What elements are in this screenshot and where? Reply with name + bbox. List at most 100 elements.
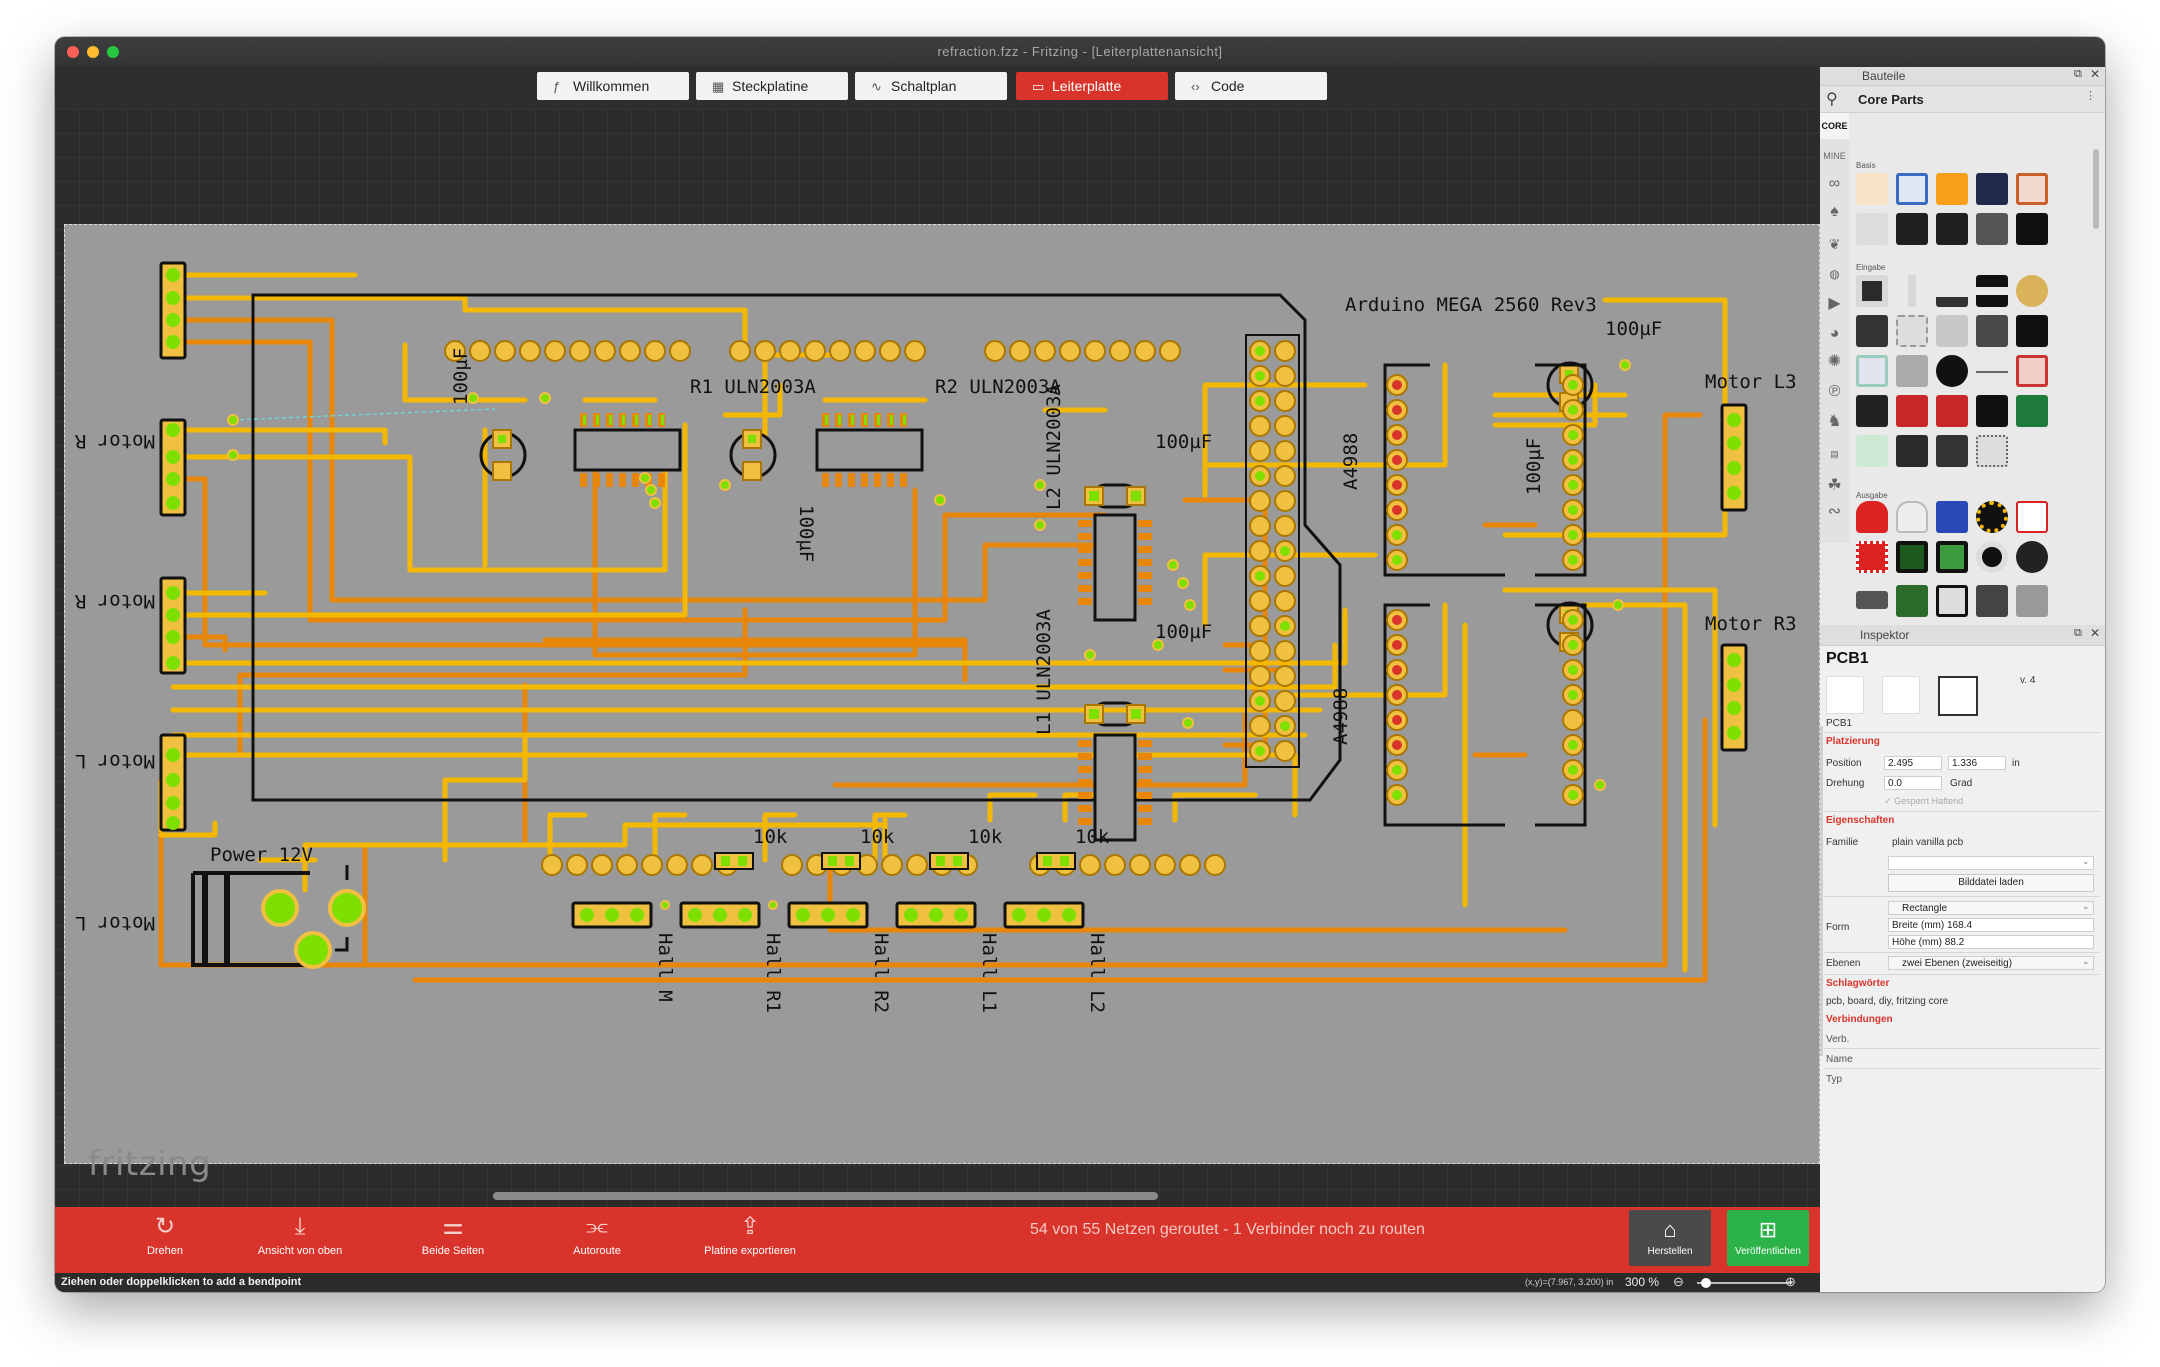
width-field[interactable]: Breite (mm) 168.4 (1888, 918, 2094, 932)
tab-leiterplatte[interactable]: ▭ Leiterplatte (1016, 72, 1168, 100)
height-field[interactable]: Höhe (mm) 88.2 (1888, 935, 2094, 949)
tab-steckplatine[interactable]: ▦ Steckplatine (696, 72, 848, 100)
white-led-part[interactable] (1896, 501, 1928, 533)
pa-bin-icon[interactable]: ℗ (1820, 379, 1849, 405)
horse-bin-icon[interactable]: ♞ (1820, 409, 1849, 435)
tab-code[interactable]: ‹› Code (1175, 72, 1327, 100)
knock-part[interactable] (1896, 355, 1928, 387)
lilypad-bin-icon[interactable]: ☘ (1820, 473, 1849, 499)
zoom-out-icon[interactable]: ⊖ (1673, 1274, 1684, 1290)
ir-part[interactable] (1936, 355, 1968, 387)
sensor-board-part[interactable] (1936, 395, 1968, 427)
gas-sensor-part[interactable] (1856, 355, 1888, 387)
reed-part[interactable] (1936, 315, 1968, 347)
mystery-part[interactable] (2016, 213, 2048, 245)
inspector-scrollbar[interactable] (1820, 726, 1823, 1056)
encoder-part[interactable] (1856, 275, 1888, 307)
rfid-board-part[interactable] (1936, 435, 1968, 467)
lcd-large-part[interactable] (1936, 541, 1968, 573)
electrolytic-part[interactable] (1976, 173, 2008, 205)
view-from-above-button[interactable]: ⤓ Ansicht von oben (240, 1207, 360, 1273)
transistor-p-part[interactable] (1896, 213, 1928, 245)
gear-bin-icon[interactable]: ✺ (1820, 349, 1849, 375)
header-part[interactable] (1976, 435, 2008, 467)
parts-scrollbar[interactable] (2093, 149, 2099, 229)
rgb-led-part[interactable] (1936, 501, 1968, 533)
transistor-n-part[interactable] (1936, 213, 1968, 245)
rfid-part[interactable] (1896, 435, 1928, 467)
animal-bin-icon[interactable]: ◕ (1820, 321, 1849, 347)
load-image-button[interactable]: Bilddatei laden (1888, 874, 2094, 892)
zoom-in-icon[interactable]: ⊕ (1785, 1274, 1796, 1290)
seeed-bin-icon[interactable]: ❦ (1820, 231, 1849, 257)
breakout-part[interactable] (2016, 395, 2048, 427)
close-window-button[interactable] (67, 46, 79, 58)
tab-schaltplan[interactable]: ∿ Schaltplan (855, 72, 1007, 100)
wire-part[interactable] (1976, 355, 2008, 387)
intel-bin-icon[interactable]: ◍ (1820, 261, 1849, 287)
pcb-board[interactable]: Arduino MEGA 2560 Rev3 R1 ULN2003A R2 UL… (64, 224, 1820, 1164)
export-button[interactable]: ⇪ Platine exportieren (685, 1207, 815, 1273)
resistor-part[interactable] (1856, 173, 1888, 205)
mic-part[interactable] (1856, 315, 1888, 347)
rotate-button[interactable]: ↻ Drehen (115, 1207, 215, 1273)
bin-menu-icon[interactable]: ⋮ (2085, 89, 2096, 102)
switch-part[interactable] (1976, 275, 2008, 307)
accel-part[interactable] (1976, 395, 2008, 427)
fuse-part[interactable] (2016, 355, 2048, 387)
shape-select[interactable]: Rectangle (1888, 901, 2094, 915)
solenoid-part[interactable] (2016, 585, 2048, 617)
arduino-bin-icon[interactable]: ∞ (1820, 171, 1849, 197)
inspector-close-icon[interactable]: ✕ (2090, 626, 2100, 640)
both-sides-button[interactable]: ⚌ Beide Seiten (403, 1207, 503, 1273)
sticky-label[interactable]: Haftend (1932, 796, 1964, 806)
ldr-part[interactable] (1896, 173, 1928, 205)
driver-board-part[interactable] (1896, 585, 1928, 617)
tilt-part[interactable] (2016, 315, 2048, 347)
capacitor-part[interactable] (1936, 173, 1968, 205)
motor-part[interactable] (1856, 591, 1888, 609)
zoom-window-button[interactable] (107, 46, 119, 58)
rotation-field[interactable]: 0.0 (1884, 776, 1942, 790)
minimize-window-button[interactable] (87, 46, 99, 58)
veroeffentlichen-button[interactable]: ⊞ Veröffentlichen (1727, 1210, 1809, 1266)
servo-part[interactable] (1936, 585, 1968, 617)
piezo-part[interactable] (2016, 275, 2048, 307)
position-x-field[interactable]: 2.495 (1884, 756, 1942, 770)
flex-part[interactable] (1856, 435, 1888, 467)
stepper-part[interactable] (1976, 585, 2008, 617)
regulator-part[interactable] (1976, 213, 2008, 245)
snake-bin-icon[interactable]: ∾ (1820, 499, 1849, 525)
checkmark-icon[interactable]: ✓ (1884, 796, 1892, 806)
led-matrix-part[interactable] (1856, 541, 1888, 573)
zoom-slider-handle[interactable] (1701, 1278, 1711, 1288)
potentiometer-part[interactable] (1896, 275, 1928, 307)
lcd-part[interactable] (1896, 541, 1928, 573)
speaker-part[interactable] (1976, 541, 2008, 573)
neopixel-ring-part[interactable] (1976, 501, 2008, 533)
red-led-part[interactable] (1856, 501, 1888, 533)
image-select[interactable] (1888, 856, 2094, 870)
close-icon[interactable]: ✕ (2090, 67, 2100, 81)
bin-core[interactable]: CORE (1820, 113, 1849, 139)
module-part[interactable] (1896, 395, 1928, 427)
search-icon[interactable]: ⚲ (1826, 89, 1838, 109)
buzzer-part[interactable] (2016, 541, 2048, 573)
contrib-bin-icon[interactable]: ▤ (1820, 441, 1849, 467)
seven-segment-part[interactable] (2016, 501, 2048, 533)
inspector-float-icon[interactable]: ⧉ (2074, 627, 2082, 640)
zoom-slider[interactable] (1697, 1282, 1792, 1284)
pcb-canvas[interactable]: Arduino MEGA 2560 Rev3 R1 ULN2003A R2 UL… (55, 109, 1820, 1207)
sparkfun-bin-icon[interactable]: ♠ (1820, 199, 1849, 225)
layers-select[interactable]: zwei Ebenen (zweiseitig) (1888, 956, 2094, 970)
rotary-part[interactable] (1896, 315, 1928, 347)
bin-mine[interactable]: MINE (1820, 143, 1849, 169)
inductor-part[interactable] (2016, 173, 2048, 205)
float-icon[interactable]: ⧉ (2074, 68, 2082, 81)
autoroute-button[interactable]: ⫘ Autoroute (547, 1207, 647, 1273)
locked-label[interactable]: Gesperrt (1894, 796, 1929, 806)
diode-part[interactable] (1856, 213, 1888, 245)
position-y-field[interactable]: 1.336 (1948, 756, 2006, 770)
pushbutton-part[interactable] (1976, 315, 2008, 347)
ic-part[interactable] (1856, 395, 1888, 427)
